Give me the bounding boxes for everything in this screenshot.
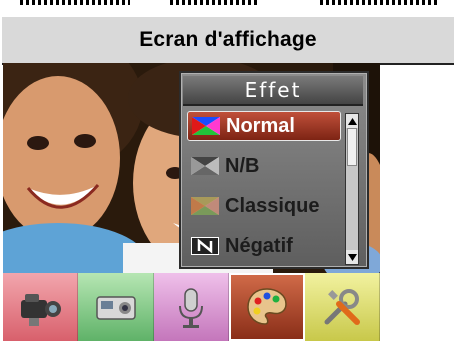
tab-audio[interactable]	[153, 273, 230, 341]
microphone-icon	[178, 288, 203, 328]
effect-list: Normal N/B Classique Négatif	[187, 111, 341, 271]
tab-effects[interactable]	[229, 273, 305, 341]
effect-label: Normal	[226, 114, 295, 137]
effect-option-normal[interactable]: Normal	[187, 111, 341, 141]
header-title: Ecran d'affichage	[139, 28, 317, 51]
arrow-down-icon	[347, 253, 357, 261]
effect-option-negative[interactable]: Négatif	[187, 231, 341, 261]
scroll-thumb[interactable]	[347, 128, 357, 166]
tab-video[interactable]	[3, 273, 79, 341]
effect-menu-title: Effet	[183, 76, 363, 106]
camera-icon	[95, 296, 136, 320]
normal-effect-icon	[192, 117, 220, 135]
effect-option-bw[interactable]: N/B	[187, 151, 341, 181]
effect-label: Négatif	[225, 234, 293, 257]
video-camera-icon	[21, 294, 62, 326]
camera-lcd-screen: Effet Normal N/B Classique Négatif	[3, 63, 380, 341]
bw-effect-icon	[191, 157, 219, 175]
scroll-down-button[interactable]	[346, 250, 358, 264]
tab-settings[interactable]	[304, 273, 380, 341]
arrow-up-icon	[347, 117, 357, 125]
effect-option-classic[interactable]: Classique	[187, 191, 341, 221]
section-header: Ecran d'affichage	[2, 17, 454, 65]
effect-label: N/B	[225, 154, 260, 177]
effect-scrollbar[interactable]	[345, 113, 359, 265]
effect-menu: Effet Normal N/B Classique Négatif	[179, 71, 369, 269]
classic-effect-icon	[191, 197, 219, 215]
scroll-up-button[interactable]	[346, 114, 358, 128]
palette-icon	[247, 288, 287, 325]
effect-label: Classique	[225, 194, 320, 217]
tab-camera[interactable]	[78, 273, 154, 341]
tools-icon	[324, 289, 360, 325]
negative-effect-icon	[191, 237, 219, 255]
cropped-text-strip	[0, 0, 456, 10]
mode-toolbar	[3, 273, 380, 341]
